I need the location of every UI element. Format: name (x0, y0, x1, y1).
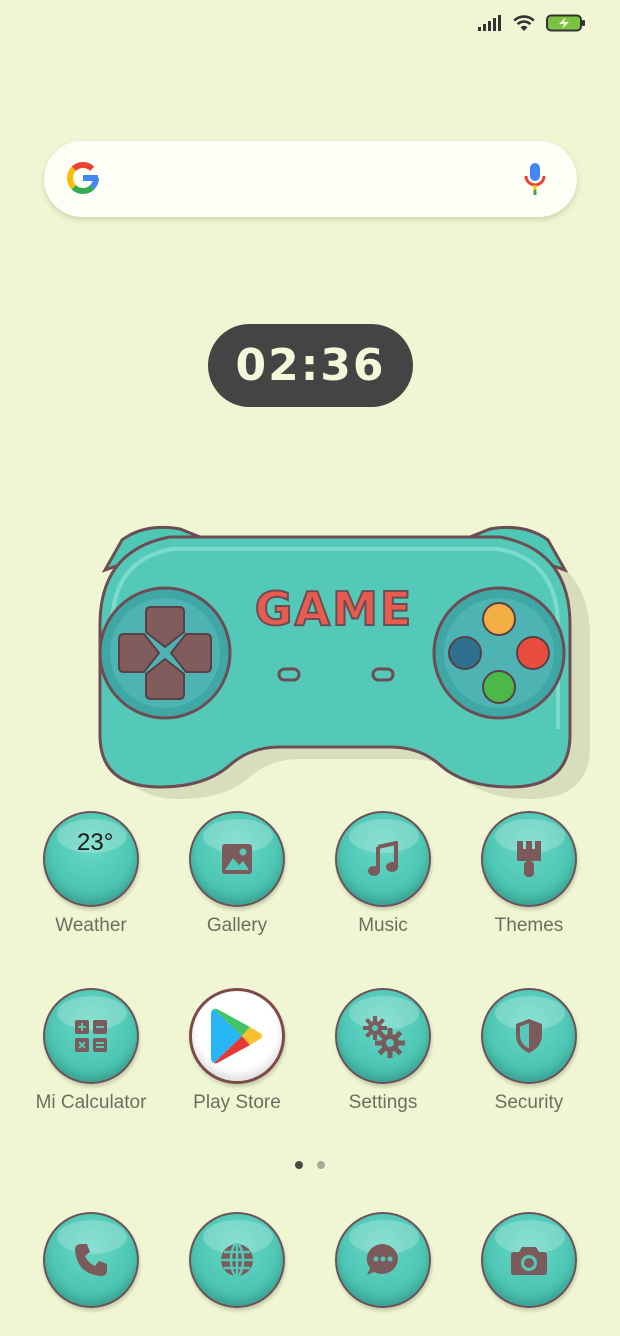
google-search-bar[interactable] (44, 141, 577, 217)
app-mi-calculator[interactable]: Mi Calculator (18, 988, 164, 1114)
camera-icon (511, 1247, 547, 1275)
music-note-icon (368, 841, 398, 876)
app-label: Music (358, 915, 408, 936)
phone-icon (75, 1244, 107, 1276)
app-label: Themes (494, 915, 564, 936)
home-screen: 02:36 GAME 23° Weather Gallery Music The… (0, 0, 620, 1336)
app-label: Security (494, 1092, 564, 1113)
app-settings[interactable]: Settings (310, 988, 456, 1114)
page-indicator[interactable] (295, 1161, 325, 1169)
calculator-icon (75, 1020, 107, 1052)
app-play-store[interactable]: Play Store (164, 988, 310, 1114)
app-label: Mi Calculator (35, 1092, 147, 1113)
shield-icon (516, 1019, 542, 1053)
gallery-icon (222, 844, 252, 874)
page-dot-active[interactable] (295, 1161, 303, 1169)
app-label: Play Store (193, 1092, 281, 1113)
dock-camera[interactable] (456, 1212, 602, 1308)
dock-browser[interactable] (164, 1212, 310, 1308)
dock-phone[interactable] (18, 1212, 164, 1308)
gears-icon (363, 1016, 405, 1058)
app-label: Gallery (206, 915, 268, 936)
status-bar (478, 14, 586, 32)
clock-time: 02:36 (235, 340, 386, 391)
play-store-icon (211, 1008, 262, 1064)
weather-temperature: 23° (77, 829, 114, 856)
app-label: Settings (348, 1092, 418, 1113)
app-music[interactable]: Music (310, 811, 456, 937)
messages-icon (366, 1243, 398, 1275)
paint-brush-icon (517, 841, 541, 877)
page-dot[interactable] (317, 1161, 325, 1169)
battery-charging-icon (546, 14, 585, 32)
app-themes[interactable]: Themes (456, 811, 602, 937)
signal-icon (478, 15, 501, 31)
wifi-icon (513, 15, 535, 31)
browser-globe-icon (221, 1242, 253, 1278)
game-controller-widget[interactable]: GAME (60, 515, 610, 805)
game-title: GAME (255, 582, 414, 636)
google-logo (66, 161, 100, 194)
app-label: Weather (55, 915, 127, 936)
dock-messages[interactable] (310, 1212, 456, 1308)
microphone-icon[interactable] (523, 161, 547, 197)
app-security[interactable]: Security (456, 988, 602, 1114)
app-weather[interactable]: 23° Weather (18, 811, 164, 937)
clock-widget[interactable]: 02:36 (208, 324, 413, 407)
app-gallery[interactable]: Gallery (164, 811, 310, 937)
